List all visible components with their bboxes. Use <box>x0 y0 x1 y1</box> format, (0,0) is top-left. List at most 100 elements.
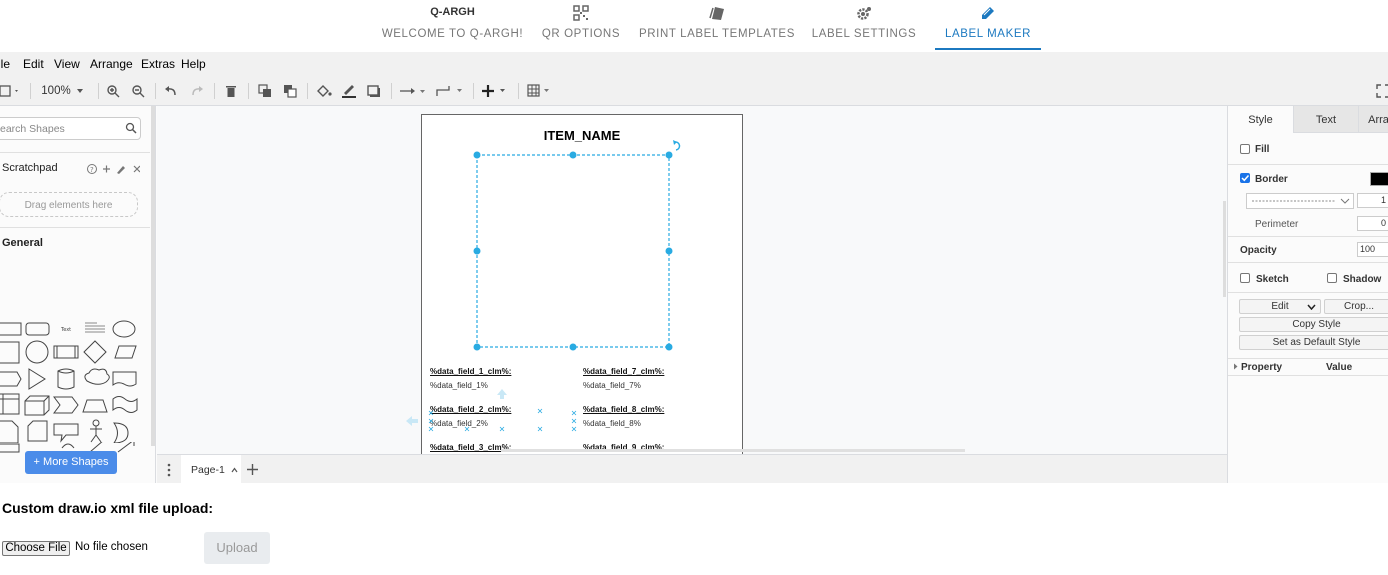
tab-qr-options-label: QR OPTIONS <box>541 28 621 40</box>
delete-button[interactable] <box>223 82 239 100</box>
tab-qr-options[interactable]: QR OPTIONS <box>537 0 625 50</box>
cloud-shape <box>84 368 110 385</box>
view-panels-button[interactable] <box>0 82 22 100</box>
scratchpad-title[interactable]: Scratchpad <box>2 162 58 174</box>
tab-text[interactable]: Text <box>1293 106 1358 133</box>
file-status-text: No file chosen <box>75 541 148 553</box>
shadow-checkbox[interactable] <box>1327 273 1337 283</box>
search-icon[interactable] <box>125 122 137 134</box>
to-back-button[interactable] <box>282 82 298 100</box>
to-back-icon <box>284 85 297 98</box>
border-checkbox[interactable] <box>1240 173 1250 183</box>
table-button[interactable] <box>527 82 555 100</box>
cube-shape <box>24 395 50 416</box>
tab-welcome[interactable]: Q-ARGH WELCOME TO Q-ARGH! <box>380 0 525 50</box>
selected-image-placeholder[interactable] <box>462 140 702 360</box>
canvas-vertical-scrollbar[interactable] <box>1223 201 1226 297</box>
fill-checkbox[interactable] <box>1240 144 1250 154</box>
tab-label-settings-label: LABEL SETTINGS <box>811 28 917 40</box>
zoom-dropdown[interactable]: 100% <box>38 82 88 100</box>
undo-icon <box>165 86 176 96</box>
checkmark-icon <box>1241 175 1250 182</box>
set-default-style-button[interactable]: Set as Default Style <box>1239 335 1388 350</box>
menu-file[interactable]: ile <box>0 57 10 71</box>
top-navigation: Q-ARGH WELCOME TO Q-ARGH! QR OPTIONS PRI… <box>0 0 1388 52</box>
undo-button[interactable] <box>163 82 179 100</box>
menu-help[interactable]: Help <box>181 57 206 71</box>
upload-button[interactable]: Upload <box>204 532 270 564</box>
sketch-checkbox[interactable] <box>1240 273 1250 283</box>
zoom-out-button[interactable] <box>130 82 146 100</box>
border-color-swatch[interactable] <box>1370 172 1388 186</box>
data-field-7-header[interactable]: %data_field_7_clm%: <box>583 367 664 376</box>
page-tab-label: Page-1 <box>191 464 225 476</box>
shadow-button[interactable] <box>366 82 382 100</box>
data-field-8-value[interactable]: %data_field_8% <box>583 419 641 428</box>
border-pattern-select[interactable] <box>1246 193 1354 209</box>
label-page[interactable]: ITEM_NAME %data_field_1_clm%: %data_fiel… <box>406 114 743 454</box>
tab-style[interactable]: Style <box>1228 106 1293 133</box>
add-page-icon[interactable] <box>246 463 259 476</box>
shapes-panel: earch Shapes Scratchpad ? Drag elements … <box>0 106 156 483</box>
canvas-horizontal-scrollbar[interactable] <box>501 449 965 452</box>
perimeter-input[interactable]: 0 <box>1357 216 1388 231</box>
search-shapes-input[interactable]: earch Shapes <box>0 117 141 140</box>
perimeter-label: Perimeter <box>1255 219 1299 230</box>
fullscreen-button[interactable] <box>1376 82 1388 100</box>
drawio-editor: ile Edit View Arrange Extras Help 100% <box>0 52 1388 484</box>
border-width-input[interactable]: 1 <box>1357 193 1388 208</box>
menu-edit[interactable]: Edit <box>23 57 44 71</box>
general-section-title[interactable]: General <box>2 237 43 249</box>
cylinder-shape <box>57 368 75 390</box>
page-tab-1[interactable]: Page-1 <box>181 455 241 484</box>
expand-triangle-icon[interactable] <box>1233 363 1238 370</box>
menu-view[interactable]: View <box>54 57 80 71</box>
fill-color-button[interactable] <box>316 82 332 100</box>
menu-extras[interactable]: Extras <box>141 57 175 71</box>
more-shapes-button[interactable]: + More Shapes <box>25 451 117 474</box>
data-field-1-header[interactable]: %data_field_1_clm%: <box>430 367 511 376</box>
zoom-out-icon <box>132 85 145 98</box>
add-icon <box>103 165 110 173</box>
menu-arrange[interactable]: Arrange <box>90 57 133 71</box>
crop-button[interactable]: Crop... <box>1324 299 1388 314</box>
connection-button[interactable] <box>399 82 427 100</box>
scratchpad-dropzone[interactable]: Drag elements here <box>0 192 138 217</box>
tab-label-maker[interactable]: LABEL MAKER <box>935 0 1041 50</box>
trash-icon <box>226 86 236 97</box>
menu-bar: ile Edit View Arrange Extras Help <box>0 52 1388 76</box>
paint-bucket-icon <box>317 85 332 97</box>
scratchpad-actions[interactable]: ? <box>86 163 140 175</box>
redo-button[interactable] <box>189 82 205 100</box>
chevron-down-icon <box>1307 304 1316 310</box>
curve-shape <box>61 443 75 449</box>
waypoints-button[interactable] <box>436 82 464 100</box>
bidirectional-arrow-shape <box>117 442 135 453</box>
data-field-3-header[interactable]: %data_field_3_clm%: <box>430 443 511 452</box>
data-field-7-value[interactable]: %data_field_7% <box>583 381 641 390</box>
copy-style-button[interactable]: Copy Style <box>1239 317 1388 332</box>
choose-file-button[interactable]: Choose File <box>2 541 70 556</box>
tab-label-settings[interactable]: LABEL SETTINGS <box>810 0 918 50</box>
edit-style-button[interactable]: Edit <box>1239 299 1321 314</box>
shapes-panel-scrollbar[interactable] <box>151 106 155 446</box>
help-icon: ? <box>87 164 97 174</box>
tab-print-label-templates[interactable]: PRINT LABEL TEMPLATES <box>637 0 797 50</box>
insert-button[interactable] <box>481 82 509 100</box>
pages-menu-icon[interactable] <box>166 463 172 477</box>
hover-connection-arrows[interactable] <box>402 387 582 435</box>
zoom-value: 100% <box>41 85 71 97</box>
line-color-button[interactable] <box>341 82 357 100</box>
ellipse-shape <box>112 320 136 338</box>
data-field-8-header[interactable]: %data_field_8_clm%: <box>583 405 664 414</box>
rotate-handle-icon <box>673 140 681 151</box>
general-shapes-grid[interactable]: Text <box>0 263 150 443</box>
diagram-canvas[interactable]: ITEM_NAME %data_field_1_clm%: %data_fiel… <box>157 106 1227 454</box>
zoom-in-button[interactable] <box>105 82 121 100</box>
value-header: Value <box>1326 362 1353 373</box>
opacity-input[interactable]: 100 <box>1357 242 1388 257</box>
chevron-up-icon <box>231 467 238 473</box>
tab-print-label-templates-label: PRINT LABEL TEMPLATES <box>639 28 795 40</box>
to-front-button[interactable] <box>257 82 273 100</box>
tab-arrange[interactable]: Arra <box>1358 106 1388 133</box>
